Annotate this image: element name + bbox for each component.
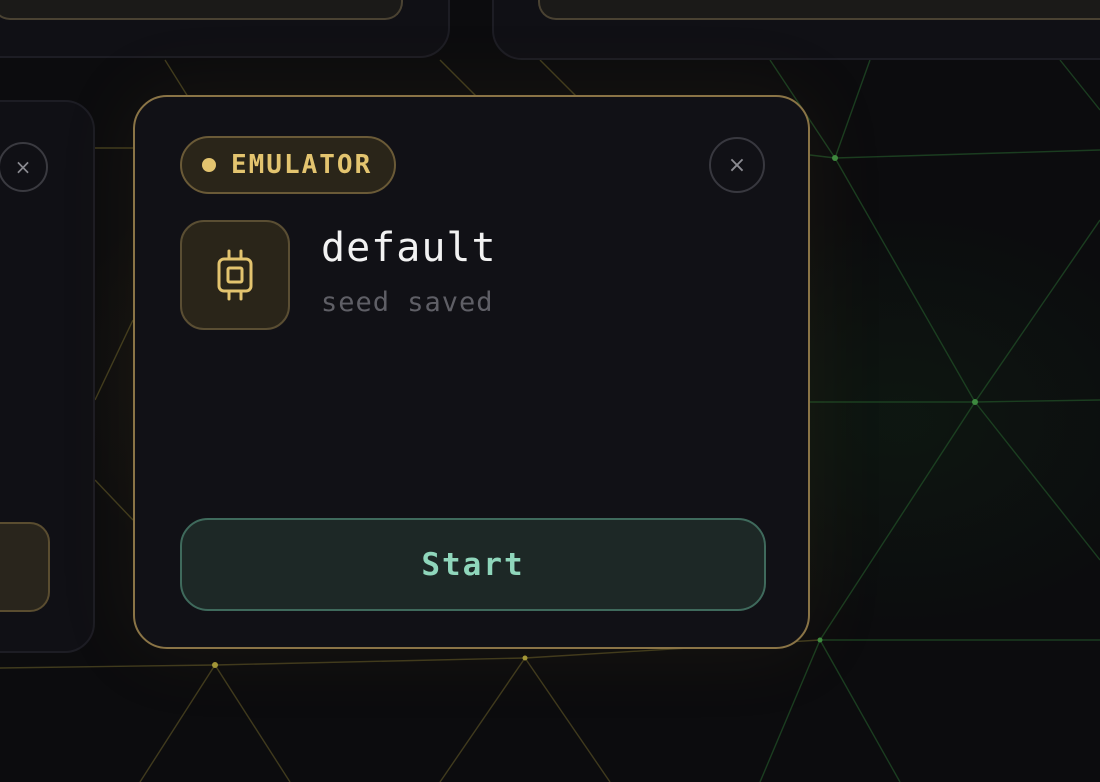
device-status: seed saved	[321, 287, 494, 318]
left-card-action-button[interactable]	[0, 522, 50, 612]
close-icon: ×	[14, 155, 32, 179]
close-card-button[interactable]: ×	[709, 137, 765, 193]
top-right-card	[492, 0, 1100, 60]
device-icon-tile	[180, 220, 290, 330]
top-right-card-button[interactable]	[538, 0, 1100, 20]
start-button[interactable]: Start	[180, 518, 766, 611]
top-left-card-button[interactable]	[0, 0, 403, 20]
top-left-card	[0, 0, 450, 58]
badge-label: EMULATOR	[231, 150, 373, 180]
left-card-close-button[interactable]: ×	[0, 142, 48, 192]
close-icon: ×	[727, 152, 747, 178]
chip-icon	[217, 249, 253, 301]
left-card: ×	[0, 100, 95, 653]
device-name: default	[321, 225, 497, 271]
emulator-badge: EMULATOR	[180, 136, 397, 194]
emulator-card: EMULATOR × default seed saved Start	[133, 95, 810, 649]
status-dot-icon	[202, 158, 216, 172]
canvas-background: × EMULATOR × default seed saved Start	[0, 0, 1100, 782]
